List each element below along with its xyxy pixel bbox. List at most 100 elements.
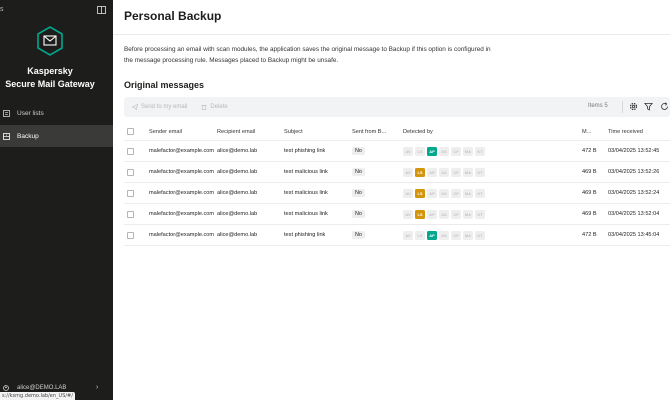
recipient-email: alice@demo.lab xyxy=(217,211,258,217)
delete-label: Delete xyxy=(210,104,228,110)
toolbar-separator xyxy=(622,101,623,113)
row-checkbox[interactable] xyxy=(127,210,134,218)
message-size: 469 B xyxy=(582,190,597,196)
module-badge-ma: MA xyxy=(463,188,473,198)
row-checkbox[interactable] xyxy=(127,147,134,155)
module-badge-ap: AP xyxy=(427,146,437,156)
subject: test malicious link xyxy=(284,190,328,196)
title-divider xyxy=(113,34,670,35)
module-badge-cf: CF xyxy=(451,146,461,156)
module-badge-as: AS xyxy=(439,146,449,156)
module-badge-cf: CF xyxy=(451,209,461,219)
module-badge-as: AS xyxy=(439,167,449,177)
table-row[interactable]: malefactor@example.com alice@demo.lab test… xyxy=(124,141,670,162)
module-badge-ls: LS xyxy=(415,146,425,156)
recipient-email: alice@demo.lab xyxy=(217,190,258,196)
module-badge-av: AV xyxy=(403,146,413,156)
row-checkbox[interactable] xyxy=(127,189,134,197)
user-icon xyxy=(3,385,9,391)
user-name: alice@DEMO.LAB xyxy=(17,385,67,391)
module-badge-ap: AP xyxy=(427,230,437,240)
module-badge-ls: LS xyxy=(415,230,425,240)
module-badge-ls: LS xyxy=(415,188,425,198)
module-badge-ma: MA xyxy=(463,146,473,156)
row-checkbox[interactable] xyxy=(127,168,134,176)
subject: test malicious link xyxy=(284,169,328,175)
sent-from-backup-badge: No xyxy=(352,189,365,197)
gear-icon[interactable] xyxy=(629,102,638,111)
module-badge-cf: CF xyxy=(451,167,461,177)
sidebar-collapse-icon[interactable] xyxy=(97,6,106,14)
module-badge-ma: MA xyxy=(463,167,473,177)
sidebar-top-glyph: s xyxy=(0,6,4,13)
table-toolbar: Send to my email Delete Items 5 xyxy=(124,97,670,117)
module-badge-ls: LS xyxy=(415,209,425,219)
sender-email: malefactor@example.com xyxy=(149,211,215,217)
table-header: Sender email Recipient email Subject Sen… xyxy=(124,123,670,141)
sidebar-item-label: Backup xyxy=(17,132,39,140)
sidebar-nav: User lists Backup xyxy=(0,102,113,148)
main-content: Personal Backup Before processing an ema… xyxy=(113,0,670,400)
module-badge-kt: KT xyxy=(475,230,485,240)
module-badge-kt: KT xyxy=(475,146,485,156)
column-header-time[interactable]: Time received xyxy=(608,123,643,140)
table-row[interactable]: malefactor@example.com alice@demo.lab test… xyxy=(124,162,670,183)
module-badge-cf: CF xyxy=(451,230,461,240)
backup-icon xyxy=(3,132,10,140)
time-received: 03/04/2025 13:45:04 xyxy=(608,232,660,238)
module-badge-as: AS xyxy=(439,230,449,240)
page-description: Before processing an email with scan mod… xyxy=(124,46,491,64)
module-badge-ma: MA xyxy=(463,230,473,240)
module-badge-ap: AP xyxy=(427,209,437,219)
module-badge-av: AV xyxy=(403,188,413,198)
sidebar-item-backup[interactable]: Backup xyxy=(0,125,113,147)
detected-by-modules: AV LS AP AS CF MA KT xyxy=(403,209,485,219)
time-received: 03/04/2025 13:52:04 xyxy=(608,211,660,217)
column-header-size[interactable]: M... xyxy=(582,123,591,140)
send-to-my-email-button[interactable]: Send to my email xyxy=(132,104,187,110)
column-header-recipient[interactable]: Recipient email xyxy=(217,123,255,140)
recipient-email: alice@demo.lab xyxy=(217,148,258,154)
delete-button[interactable]: Delete xyxy=(201,104,228,110)
sidebar-item-user-lists[interactable]: User lists xyxy=(0,102,113,124)
column-header-sent[interactable]: Sent from B... xyxy=(352,123,386,140)
row-checkbox[interactable] xyxy=(127,231,134,239)
sent-from-backup-badge: No xyxy=(352,231,365,239)
module-badge-as: AS xyxy=(439,188,449,198)
recipient-email: alice@demo.lab xyxy=(217,232,258,238)
filter-icon[interactable] xyxy=(644,102,653,111)
module-badge-kt: KT xyxy=(475,209,485,219)
items-count: Items 5 xyxy=(588,103,608,109)
message-size: 469 B xyxy=(582,211,597,217)
send-to-my-email-label: Send to my email xyxy=(141,104,188,110)
module-badge-as: AS xyxy=(439,209,449,219)
column-header-detected[interactable]: Detected by xyxy=(403,123,433,140)
module-badge-cf: CF xyxy=(451,188,461,198)
chevron-right-icon: › xyxy=(96,384,99,391)
time-received: 03/04/2025 13:52:26 xyxy=(608,169,660,175)
detected-by-modules: AV LS AP AS CF MA KT xyxy=(403,167,485,177)
subject: test phishing link xyxy=(284,148,326,154)
subject: test phishing link xyxy=(284,232,326,238)
page-title: Personal Backup xyxy=(124,9,222,23)
table-row[interactable]: malefactor@example.com alice@demo.lab test… xyxy=(124,204,670,225)
select-all-checkbox[interactable] xyxy=(127,128,134,135)
table-row[interactable]: malefactor@example.com alice@demo.lab test… xyxy=(124,225,670,246)
module-badge-av: AV xyxy=(403,230,413,240)
subject: test malicious link xyxy=(284,211,328,217)
table-row[interactable]: malefactor@example.com alice@demo.lab test… xyxy=(124,183,670,204)
sent-from-backup-badge: No xyxy=(352,210,365,218)
column-header-sender[interactable]: Sender email xyxy=(149,123,182,140)
recipient-email: alice@demo.lab xyxy=(217,169,258,175)
sent-from-backup-badge: No xyxy=(352,147,365,155)
paper-plane-icon xyxy=(132,104,138,110)
time-received: 03/04/2025 13:52:24 xyxy=(608,190,660,196)
brand-name: Kaspersky Secure Mail Gateway xyxy=(0,65,100,91)
message-size: 472 B xyxy=(582,148,597,154)
column-header-subject[interactable]: Subject xyxy=(284,123,303,140)
module-badge-av: AV xyxy=(403,167,413,177)
sidebar: s Kaspersky Secure Mail Gateway User lis… xyxy=(0,0,113,400)
module-badge-ap: AP xyxy=(427,167,437,177)
refresh-icon[interactable] xyxy=(660,102,669,111)
sender-email: malefactor@example.com xyxy=(149,232,215,238)
